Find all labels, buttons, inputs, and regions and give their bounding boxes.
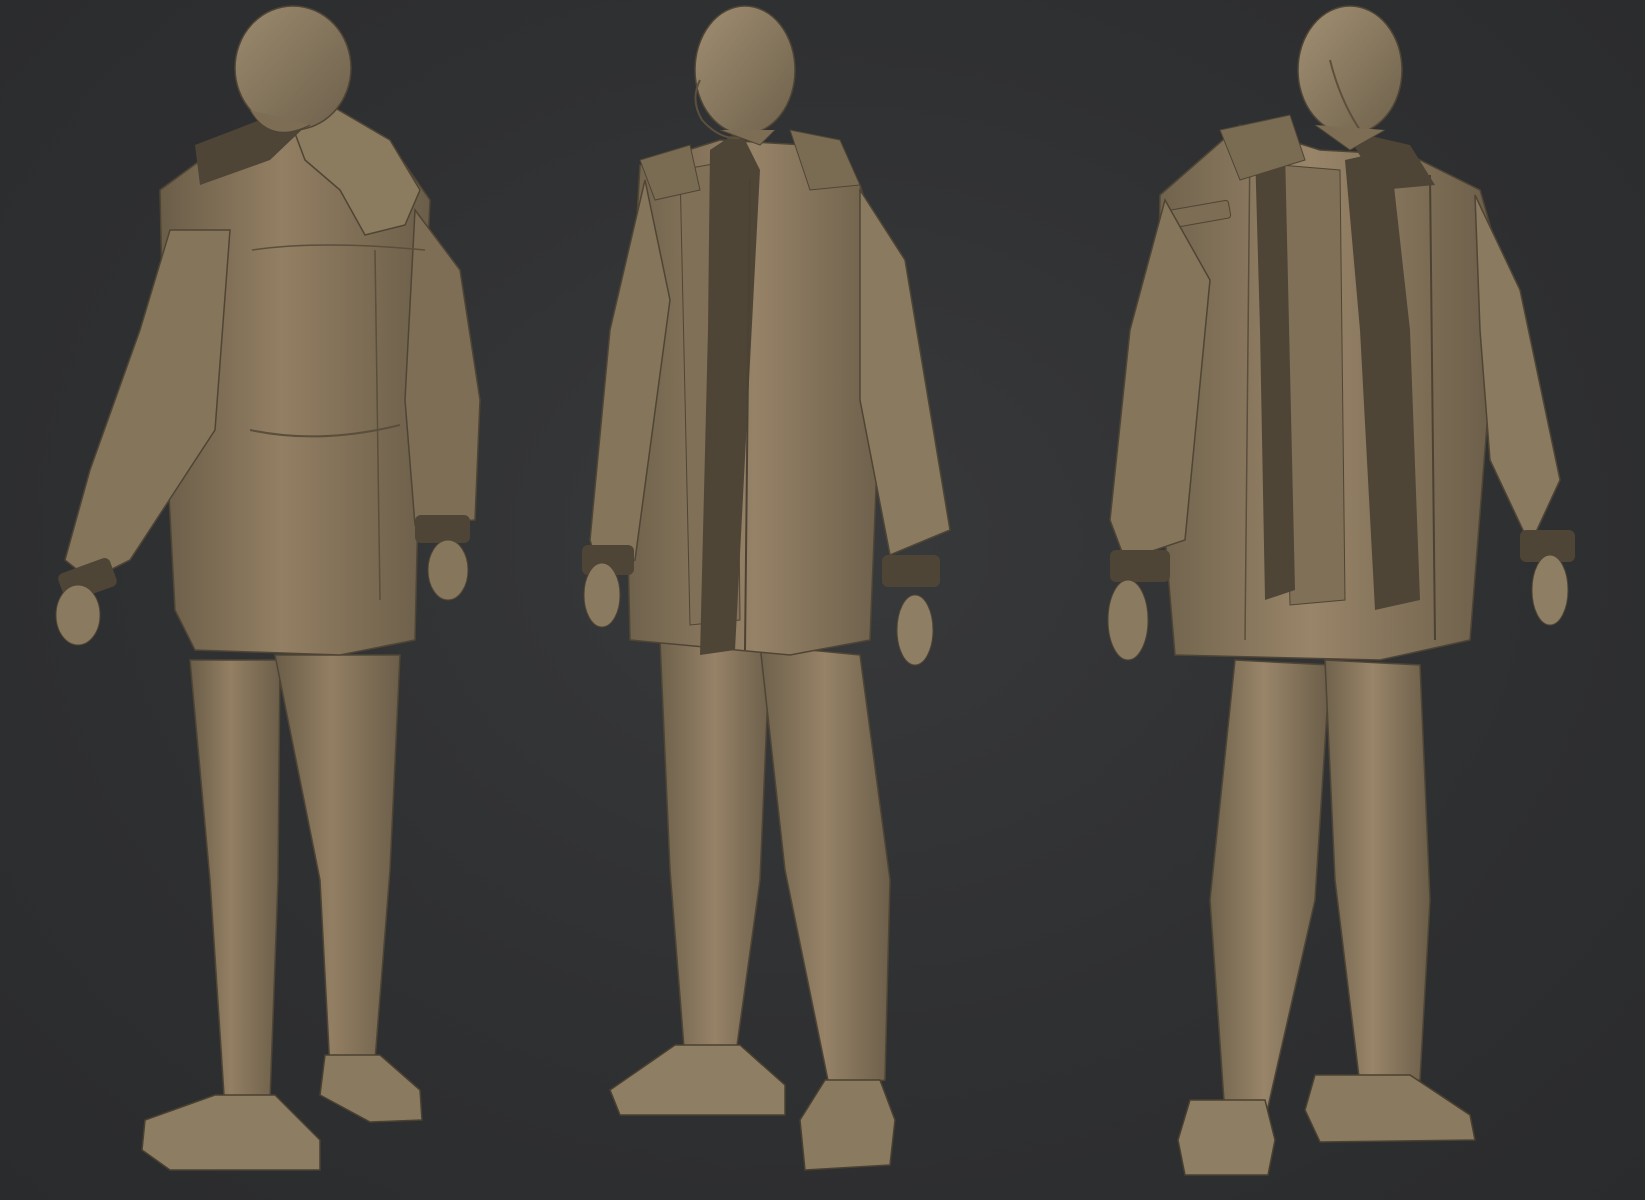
trouser-left — [1209, 659, 1331, 1121]
sculpt-figure-front — [1090, 0, 1630, 1200]
cuff-right — [882, 555, 940, 587]
trouser-right — [274, 654, 401, 1071]
trouser-left — [659, 639, 771, 1061]
viewport-canvas[interactable] — [0, 0, 1645, 1200]
hand-right — [1531, 554, 1569, 626]
boot-right — [799, 1079, 896, 1171]
sculpt-figure-back-render — [55, 5, 481, 1171]
sculpt-figure-back — [20, 0, 500, 1200]
hand-left — [583, 562, 621, 628]
sculpt-figure-side-render — [582, 5, 951, 1171]
cuff-left — [1110, 550, 1170, 582]
boot-right — [1304, 1074, 1476, 1143]
sculpt-figure-side — [560, 0, 1010, 1200]
boot-left — [141, 1094, 321, 1171]
boot-left — [1177, 1099, 1276, 1176]
trouser-right — [1324, 659, 1431, 1086]
sleeve-right — [1474, 194, 1561, 547]
boot-left — [609, 1044, 786, 1116]
head — [694, 5, 796, 135]
cuff-right — [415, 515, 470, 543]
boot-right — [319, 1054, 423, 1123]
hand-left — [1107, 579, 1149, 661]
trouser-right — [759, 644, 891, 1091]
hand-right — [896, 594, 934, 666]
hand-right — [427, 539, 469, 601]
hand-left — [55, 584, 101, 646]
sleeve-right — [404, 207, 481, 526]
trouser-left — [189, 659, 281, 1111]
sculpt-figure-front-render — [1107, 5, 1575, 1176]
